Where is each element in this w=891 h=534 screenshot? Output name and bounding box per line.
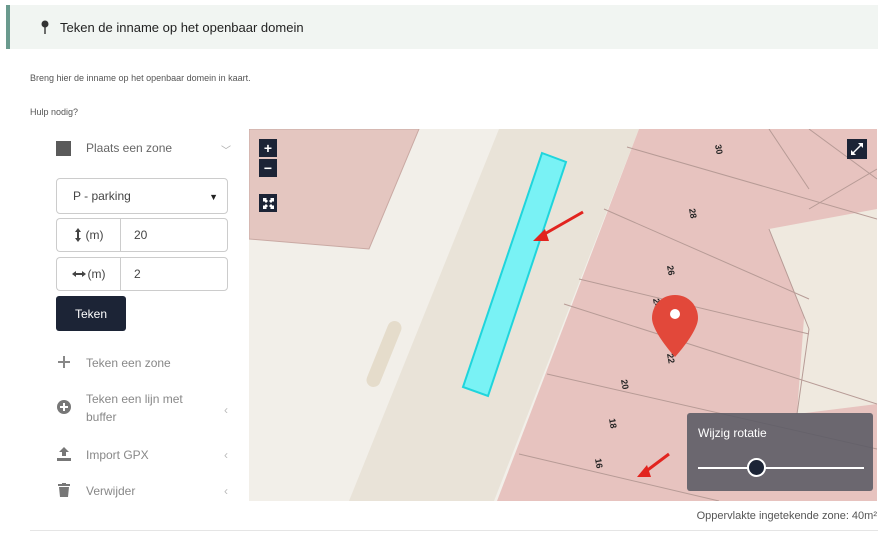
- draw-zone-tool[interactable]: Teken een zone: [56, 354, 236, 372]
- import-gpx-tool[interactable]: Import GPX ‹: [56, 446, 236, 464]
- length-input-group: (m) 20: [56, 218, 228, 252]
- draw-line-buffer-tool[interactable]: Teken een lijn met buffer ‹: [56, 390, 236, 426]
- length-unit: (m): [85, 228, 104, 242]
- intro-text: Breng hier de inname op het openbaar dom…: [30, 73, 251, 83]
- section-header: Teken de inname op het openbaar domein: [6, 5, 878, 49]
- help-link[interactable]: Hulp nodig?: [30, 107, 78, 117]
- import-gpx-label: Import GPX: [86, 448, 149, 462]
- place-zone-toggle[interactable]: Plaats een zone ﹀: [56, 138, 236, 158]
- zone-type-value: P - parking: [73, 189, 131, 203]
- zoom-out-button[interactable]: −: [259, 159, 277, 177]
- fullscreen-button[interactable]: [847, 139, 867, 159]
- upload-icon: [56, 446, 72, 462]
- fullscreen-icon: [851, 143, 863, 155]
- chevron-left-icon: ‹: [224, 484, 228, 498]
- zoom-controls: + −: [259, 139, 277, 177]
- length-addon: (m): [56, 218, 120, 252]
- zone-area-text: Oppervlakte ingetekende zone: 40m²: [696, 510, 877, 522]
- rotation-panel: Wijzig rotatie: [687, 413, 873, 491]
- map-canvas[interactable]: 30 28 26 24 22 20 18 16 + − Wijzig rotat…: [249, 129, 877, 501]
- width-unit: (m): [87, 267, 106, 281]
- expand-icon: [262, 197, 274, 209]
- width-input[interactable]: 2: [120, 257, 228, 291]
- rotation-label: Wijzig rotatie: [698, 426, 767, 440]
- house-number: 26: [665, 265, 677, 277]
- vertical-arrows-icon: [74, 228, 81, 242]
- map-pin-icon: [41, 20, 49, 34]
- caret-down-icon: ▼: [209, 192, 218, 202]
- house-number: 18: [607, 418, 619, 430]
- rotation-slider-thumb[interactable]: [746, 458, 766, 477]
- horizontal-arrows-icon: [71, 271, 86, 277]
- zoom-extent-button[interactable]: [259, 194, 277, 212]
- chevron-left-icon: ‹: [224, 448, 228, 462]
- section-title: Teken de inname op het openbaar domein: [60, 19, 304, 35]
- delete-tool[interactable]: Verwijder ‹: [56, 482, 236, 500]
- plus-circle-icon: [56, 399, 72, 415]
- courtyard: [797, 299, 877, 414]
- width-addon: (m): [56, 257, 120, 291]
- plus-icon: [56, 354, 72, 370]
- width-input-group: (m) 2: [56, 257, 228, 291]
- trash-icon: [56, 482, 72, 498]
- draw-zone-label: Teken een zone: [86, 356, 171, 370]
- place-zone-label: Plaats een zone: [86, 141, 173, 155]
- chevron-left-icon: ‹: [224, 403, 228, 417]
- draw-line-buffer-label: Teken een lijn met buffer: [86, 392, 183, 424]
- length-input[interactable]: 20: [120, 218, 228, 252]
- drawing-tools-panel: Plaats een zone ﹀ P - parking ▼ (m) 20 (…: [56, 130, 236, 510]
- zoom-in-button[interactable]: +: [259, 139, 277, 157]
- square-icon: [56, 140, 71, 156]
- divider: [30, 530, 878, 531]
- delete-label: Verwijder: [86, 484, 136, 498]
- house-number: 20: [619, 379, 631, 391]
- house-number: 30: [713, 144, 725, 156]
- zone-type-select[interactable]: P - parking ▼: [56, 178, 228, 214]
- rotation-slider-track[interactable]: [698, 467, 864, 469]
- house-number: 16: [593, 458, 605, 470]
- house-number: 28: [687, 208, 699, 220]
- chevron-down-icon: ﹀: [221, 146, 231, 157]
- road-island: [366, 321, 402, 387]
- draw-button[interactable]: Teken: [56, 296, 126, 331]
